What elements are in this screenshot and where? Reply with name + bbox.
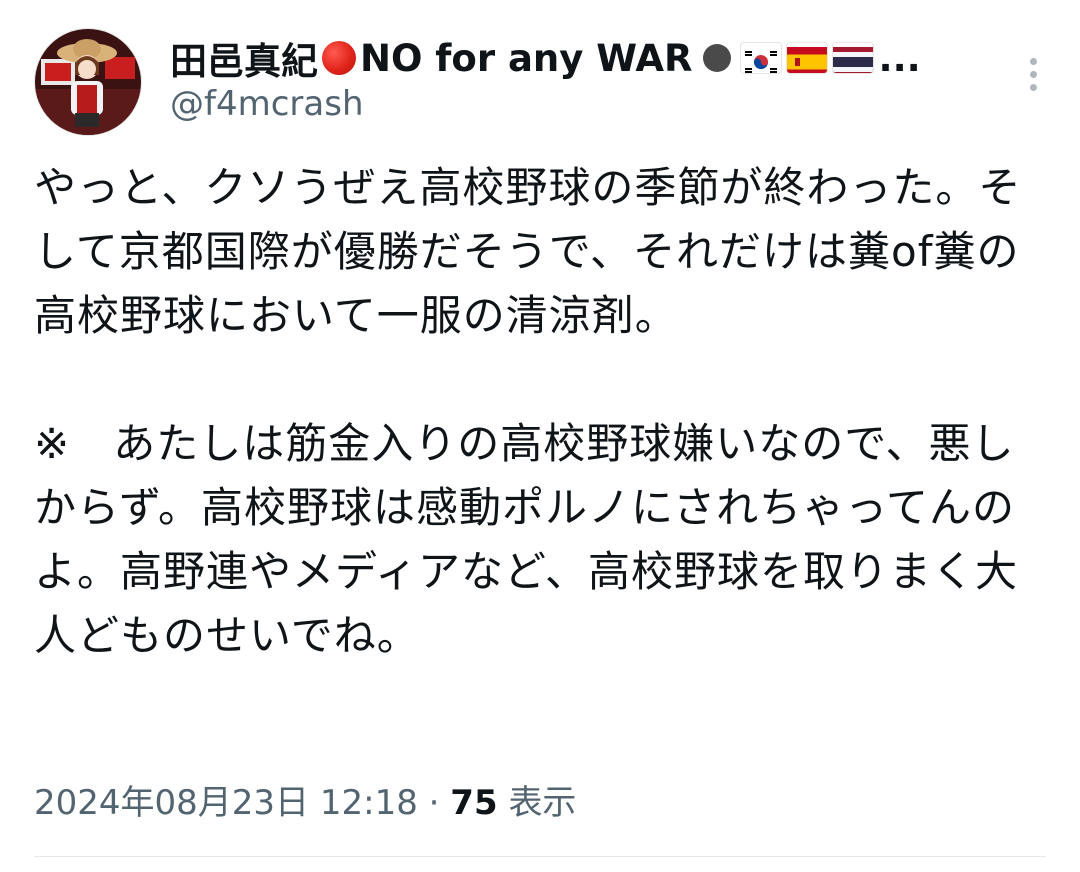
meta-separator: · bbox=[428, 783, 440, 823]
spain-flag-icon bbox=[786, 43, 827, 73]
name-ellipsis: ... bbox=[878, 36, 921, 80]
name-suffix: NO for any WAR bbox=[360, 36, 693, 80]
display-name-row[interactable]: 田邑真紀 NO for any WAR ... bbox=[170, 30, 921, 86]
avatar[interactable] bbox=[34, 28, 142, 136]
divider bbox=[34, 856, 1046, 857]
view-label: 表示 bbox=[508, 783, 577, 823]
user-handle[interactable]: @f4mcrash bbox=[170, 84, 364, 124]
thailand-flag-icon bbox=[832, 43, 873, 73]
view-count: 75 bbox=[450, 783, 498, 823]
korea-flag-icon bbox=[740, 43, 781, 73]
more-options-icon[interactable] bbox=[1030, 58, 1040, 97]
tweet-text: やっと、クソうぜえ高校野球の季節が終わった。そして京都国際が優勝だそうで、それだ… bbox=[34, 163, 1022, 660]
timestamp[interactable]: 2024年08月23日 12:18 bbox=[34, 783, 418, 823]
red-circle-icon bbox=[322, 41, 356, 75]
display-name[interactable]: 田邑真紀 bbox=[170, 31, 318, 85]
black-circle-icon bbox=[702, 44, 731, 72]
tweet-meta: 2024年08月23日 12:18 · 75 表示 bbox=[34, 775, 576, 824]
